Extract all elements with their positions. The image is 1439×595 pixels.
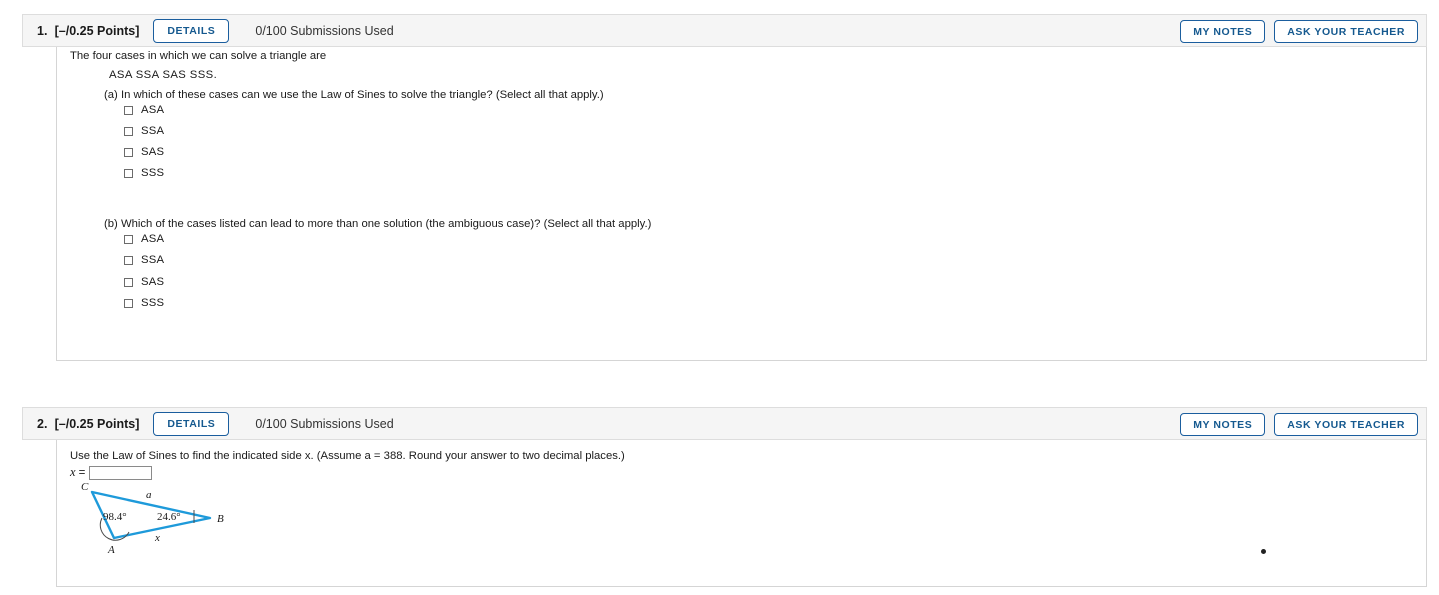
choice-a-ssa-label: SSA: [141, 125, 165, 137]
answer-row: x =: [70, 465, 153, 480]
checkbox-b-sas[interactable]: [124, 277, 133, 287]
checkbox-a-sas[interactable]: [124, 147, 133, 157]
question-1-submissions: 0/100 Submissions Used: [255, 23, 394, 38]
question-2-stem: Use the Law of Sines to find the indicat…: [70, 450, 625, 462]
choice-b-asa-label: ASA: [141, 233, 165, 245]
details-button-1[interactable]: DETAILS: [153, 18, 230, 43]
question-1-number: 1.: [37, 23, 48, 38]
checkbox-b-sss[interactable]: [124, 298, 133, 308]
question-1-part-a-label: (a) In which of these cases can we use t…: [104, 89, 604, 101]
question-card-1: 1. [–/0.25 Points] DETAILS 0/100 Submiss…: [22, 14, 1427, 361]
choice-b-ssa-label: SSA: [141, 254, 165, 266]
choice-b-sas-label: SAS: [141, 276, 165, 288]
question-1-header-actions: MY NOTES ASK YOUR TEACHER: [1180, 15, 1418, 48]
choice-b-sss-label: SSS: [141, 297, 165, 309]
choice-a-sas-label: SAS: [141, 146, 165, 158]
question-1-cases-line: ASA SSA SAS SSS.: [109, 69, 218, 81]
ask-your-teacher-button-2[interactable]: ASK YOUR TEACHER: [1274, 413, 1418, 436]
equals-sign: =: [78, 466, 86, 479]
ask-your-teacher-button-1[interactable]: ASK YOUR TEACHER: [1274, 20, 1418, 43]
question-2-number: 2.: [37, 416, 48, 431]
choice-a-sss[interactable]: SSS: [124, 167, 164, 179]
choice-b-sss[interactable]: SSS: [124, 297, 164, 309]
choice-b-ssa[interactable]: SSA: [124, 254, 164, 266]
question-2-submissions: 0/100 Submissions Used: [255, 416, 394, 431]
question-1-stem: The four cases in which we can solve a t…: [70, 50, 327, 62]
question-1-body: The four cases in which we can solve a t…: [56, 47, 1427, 361]
choice-a-asa[interactable]: ASA: [124, 104, 164, 116]
choice-a-asa-label: ASA: [141, 104, 165, 116]
side-label-x: x: [154, 532, 160, 544]
question-2-body: Use the Law of Sines to find the indicat…: [56, 440, 1427, 587]
my-notes-button-2[interactable]: MY NOTES: [1180, 413, 1266, 436]
question-1-header: 1. [–/0.25 Points] DETAILS 0/100 Submiss…: [22, 14, 1427, 47]
checkbox-a-sss[interactable]: [124, 168, 133, 178]
vertex-label-c: C: [81, 482, 89, 493]
assignment-page: 1. [–/0.25 Points] DETAILS 0/100 Submiss…: [0, 0, 1439, 595]
angle-label-a: 98.4°: [103, 511, 127, 523]
question-2-header-actions: MY NOTES ASK YOUR TEACHER: [1180, 408, 1418, 441]
bullet-dot-marker: [1261, 549, 1266, 554]
details-button-2[interactable]: DETAILS: [153, 411, 230, 436]
question-1-points: [–/0.25 Points]: [54, 23, 140, 38]
choice-b-sas[interactable]: SAS: [124, 276, 164, 288]
choice-a-ssa[interactable]: SSA: [124, 125, 164, 137]
choice-a-sas[interactable]: SAS: [124, 146, 164, 158]
checkbox-a-asa[interactable]: [124, 105, 133, 115]
checkbox-b-ssa[interactable]: [124, 255, 133, 265]
triangle-svg: C B A a x 98.4° 24.6°: [81, 481, 224, 556]
my-notes-button-1[interactable]: MY NOTES: [1180, 20, 1266, 43]
checkbox-a-ssa[interactable]: [124, 126, 133, 136]
angle-label-b: 24.6°: [157, 511, 181, 523]
question-1-part-b-label: (b) Which of the cases listed can lead t…: [104, 218, 652, 230]
checkbox-b-asa[interactable]: [124, 234, 133, 244]
question-card-2: 2. [–/0.25 Points] DETAILS 0/100 Submiss…: [22, 407, 1427, 587]
question-2-header: 2. [–/0.25 Points] DETAILS 0/100 Submiss…: [22, 407, 1427, 440]
choice-b-asa[interactable]: ASA: [124, 233, 164, 245]
triangle-figure: C B A a x 98.4° 24.6°: [70, 481, 270, 572]
choice-a-sss-label: SSS: [141, 167, 165, 179]
question-2-points: [–/0.25 Points]: [54, 416, 140, 431]
vertex-label-b: B: [217, 513, 224, 525]
answer-input[interactable]: [89, 465, 153, 480]
answer-variable-label: x: [70, 465, 76, 479]
vertex-label-a: A: [107, 544, 115, 556]
side-label-a: a: [146, 489, 152, 501]
